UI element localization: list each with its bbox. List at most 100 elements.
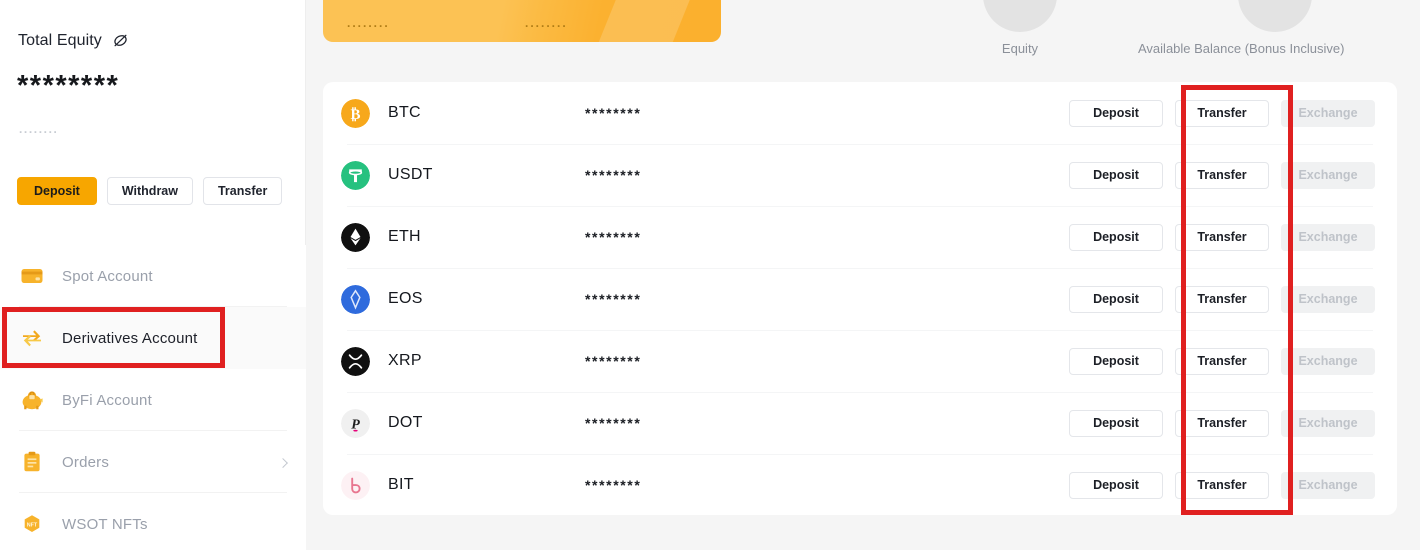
coin-amount: ********	[585, 353, 642, 369]
transfer-button[interactable]: Transfer	[1175, 99, 1269, 127]
row-actions: Deposit Transfer Exchange	[1069, 223, 1375, 251]
row-actions: Deposit Transfer Exchange	[1069, 99, 1375, 127]
table-row: BIT ******** Deposit Transfer Exchange	[323, 454, 1397, 516]
sidebar-item-orders[interactable]: Orders	[0, 431, 306, 493]
sidebar-item-label: Spot Account	[62, 267, 153, 285]
sidebar-item-label: Orders	[62, 453, 110, 471]
row-actions: Deposit Transfer Exchange	[1069, 285, 1375, 313]
exchange-button: Exchange	[1281, 223, 1375, 251]
eos-icon	[341, 284, 370, 314]
coin-amount: ********	[585, 477, 642, 493]
promo-banner-card[interactable]: ........ ........	[323, 0, 721, 42]
sidebar-nav: Spot Account Derivatives Account ByFi Ac…	[0, 245, 306, 550]
coin-name: USDT	[388, 166, 433, 183]
transfer-button[interactable]: Transfer	[202, 177, 283, 205]
coin-name: BTC	[388, 104, 421, 121]
coin-name: BIT	[388, 476, 414, 493]
withdraw-button[interactable]: Withdraw	[106, 177, 193, 205]
coin-amount: ********	[585, 167, 642, 183]
promo-slash-decor	[594, 0, 721, 42]
deposit-button[interactable]: Deposit	[1069, 347, 1163, 375]
stat-label: Available Balance (Bonus Inclusive)	[1138, 41, 1345, 56]
available-balance-avatar-placeholder	[1238, 0, 1313, 32]
deposit-button[interactable]: Deposit	[1069, 409, 1163, 437]
chevron-right-icon	[278, 458, 288, 468]
coin-cell: USDT	[341, 160, 433, 190]
transfer-button[interactable]: Transfer	[1175, 409, 1269, 437]
sidebar-item-label: Derivatives Account	[62, 329, 198, 347]
sidebar-action-buttons: Deposit Withdraw Transfer	[17, 177, 283, 205]
table-row: ₿ BTC ******** Deposit Transfer Exchange	[323, 82, 1397, 144]
exchange-button: Exchange	[1281, 285, 1375, 313]
sidebar-item-derivatives-account[interactable]: Derivatives Account	[0, 307, 306, 369]
table-row: EOS ******** Deposit Transfer Exchange	[323, 268, 1397, 330]
coin-name: XRP	[388, 352, 422, 369]
transfer-button[interactable]: Transfer	[1175, 285, 1269, 313]
piggy-bank-lock-icon	[19, 387, 62, 413]
total-equity-subvalue: ........	[19, 122, 59, 136]
row-actions: Deposit Transfer Exchange	[1069, 471, 1375, 499]
promo-masked-value-left: ........	[347, 16, 390, 30]
row-actions: Deposit Transfer Exchange	[1069, 347, 1375, 375]
table-row: XRP ******** Deposit Transfer Exchange	[323, 330, 1397, 392]
exchange-button: Exchange	[1281, 409, 1375, 437]
sidebar-item-byfi-account[interactable]: ByFi Account	[0, 369, 306, 431]
stat-available-balance: Available Balance (Bonus Inclusive)	[1138, 0, 1344, 56]
coin-name: DOT	[388, 414, 423, 431]
svg-text:₿: ₿	[350, 107, 360, 123]
coin-amount: ********	[585, 291, 642, 307]
stat-equity: Equity	[983, 0, 1057, 56]
xrp-icon	[341, 346, 370, 376]
clipboard-icon	[19, 449, 62, 475]
table-row: P DOT ******** Deposit Transfer Exchange	[323, 392, 1397, 454]
total-equity-value: ********	[17, 70, 120, 102]
deposit-button[interactable]: Deposit	[1069, 161, 1163, 189]
deposit-button[interactable]: Deposit	[17, 177, 97, 205]
coin-cell: ETH	[341, 222, 421, 252]
transfer-button[interactable]: Transfer	[1175, 223, 1269, 251]
svg-text:NFT: NFT	[27, 522, 38, 528]
row-actions: Deposit Transfer Exchange	[1069, 161, 1375, 189]
coin-amount: ********	[585, 105, 642, 121]
coin-cell: P DOT	[341, 408, 423, 438]
sidebar: Total Equity ******** ........ Deposit W…	[0, 0, 306, 550]
transfer-button[interactable]: Transfer	[1175, 471, 1269, 499]
exchange-button: Exchange	[1281, 161, 1375, 189]
deposit-button[interactable]: Deposit	[1069, 223, 1163, 251]
transfer-button[interactable]: Transfer	[1175, 347, 1269, 375]
coin-cell: ₿ BTC	[341, 98, 421, 128]
sidebar-item-wsot-nfts[interactable]: NFT WSOT NFTs	[0, 493, 306, 550]
deposit-button[interactable]: Deposit	[1069, 99, 1163, 127]
promo-masked-value-right: ........	[525, 16, 568, 30]
equity-avatar-placeholder	[983, 0, 1057, 32]
usdt-icon	[341, 160, 370, 190]
exchange-button: Exchange	[1281, 99, 1375, 127]
transfer-button[interactable]: Transfer	[1175, 161, 1269, 189]
asset-table: ₿ BTC ******** Deposit Transfer Exchange	[323, 82, 1397, 515]
page-root: Total Equity ******** ........ Deposit W…	[0, 0, 1420, 550]
exchange-button: Exchange	[1281, 347, 1375, 375]
row-actions: Deposit Transfer Exchange	[1069, 409, 1375, 437]
coin-amount: ********	[585, 415, 642, 431]
eth-icon	[341, 222, 370, 252]
deposit-button[interactable]: Deposit	[1069, 471, 1163, 499]
sidebar-item-label: WSOT NFTs	[62, 515, 148, 533]
coin-amount: ********	[585, 229, 642, 245]
stat-label: Equity	[1001, 41, 1039, 56]
deposit-button[interactable]: Deposit	[1069, 285, 1163, 313]
coin-name: ETH	[388, 228, 421, 245]
total-equity-label: Total Equity	[18, 31, 102, 49]
sidebar-item-spot-account[interactable]: Spot Account	[0, 245, 306, 307]
table-row: USDT ******** Deposit Transfer Exchange	[323, 144, 1397, 206]
bit-icon	[341, 470, 370, 500]
btc-icon: ₿	[341, 98, 370, 128]
wallet-card-icon	[19, 263, 62, 289]
coin-name: EOS	[388, 290, 423, 307]
dot-icon: P	[341, 408, 370, 438]
coin-cell: EOS	[341, 284, 423, 314]
total-equity-header: Total Equity	[18, 31, 130, 50]
table-row: ETH ******** Deposit Transfer Exchange	[323, 206, 1397, 268]
transfer-arrows-icon	[19, 325, 62, 351]
coin-cell: BIT	[341, 470, 414, 500]
eye-off-icon[interactable]	[111, 31, 130, 50]
